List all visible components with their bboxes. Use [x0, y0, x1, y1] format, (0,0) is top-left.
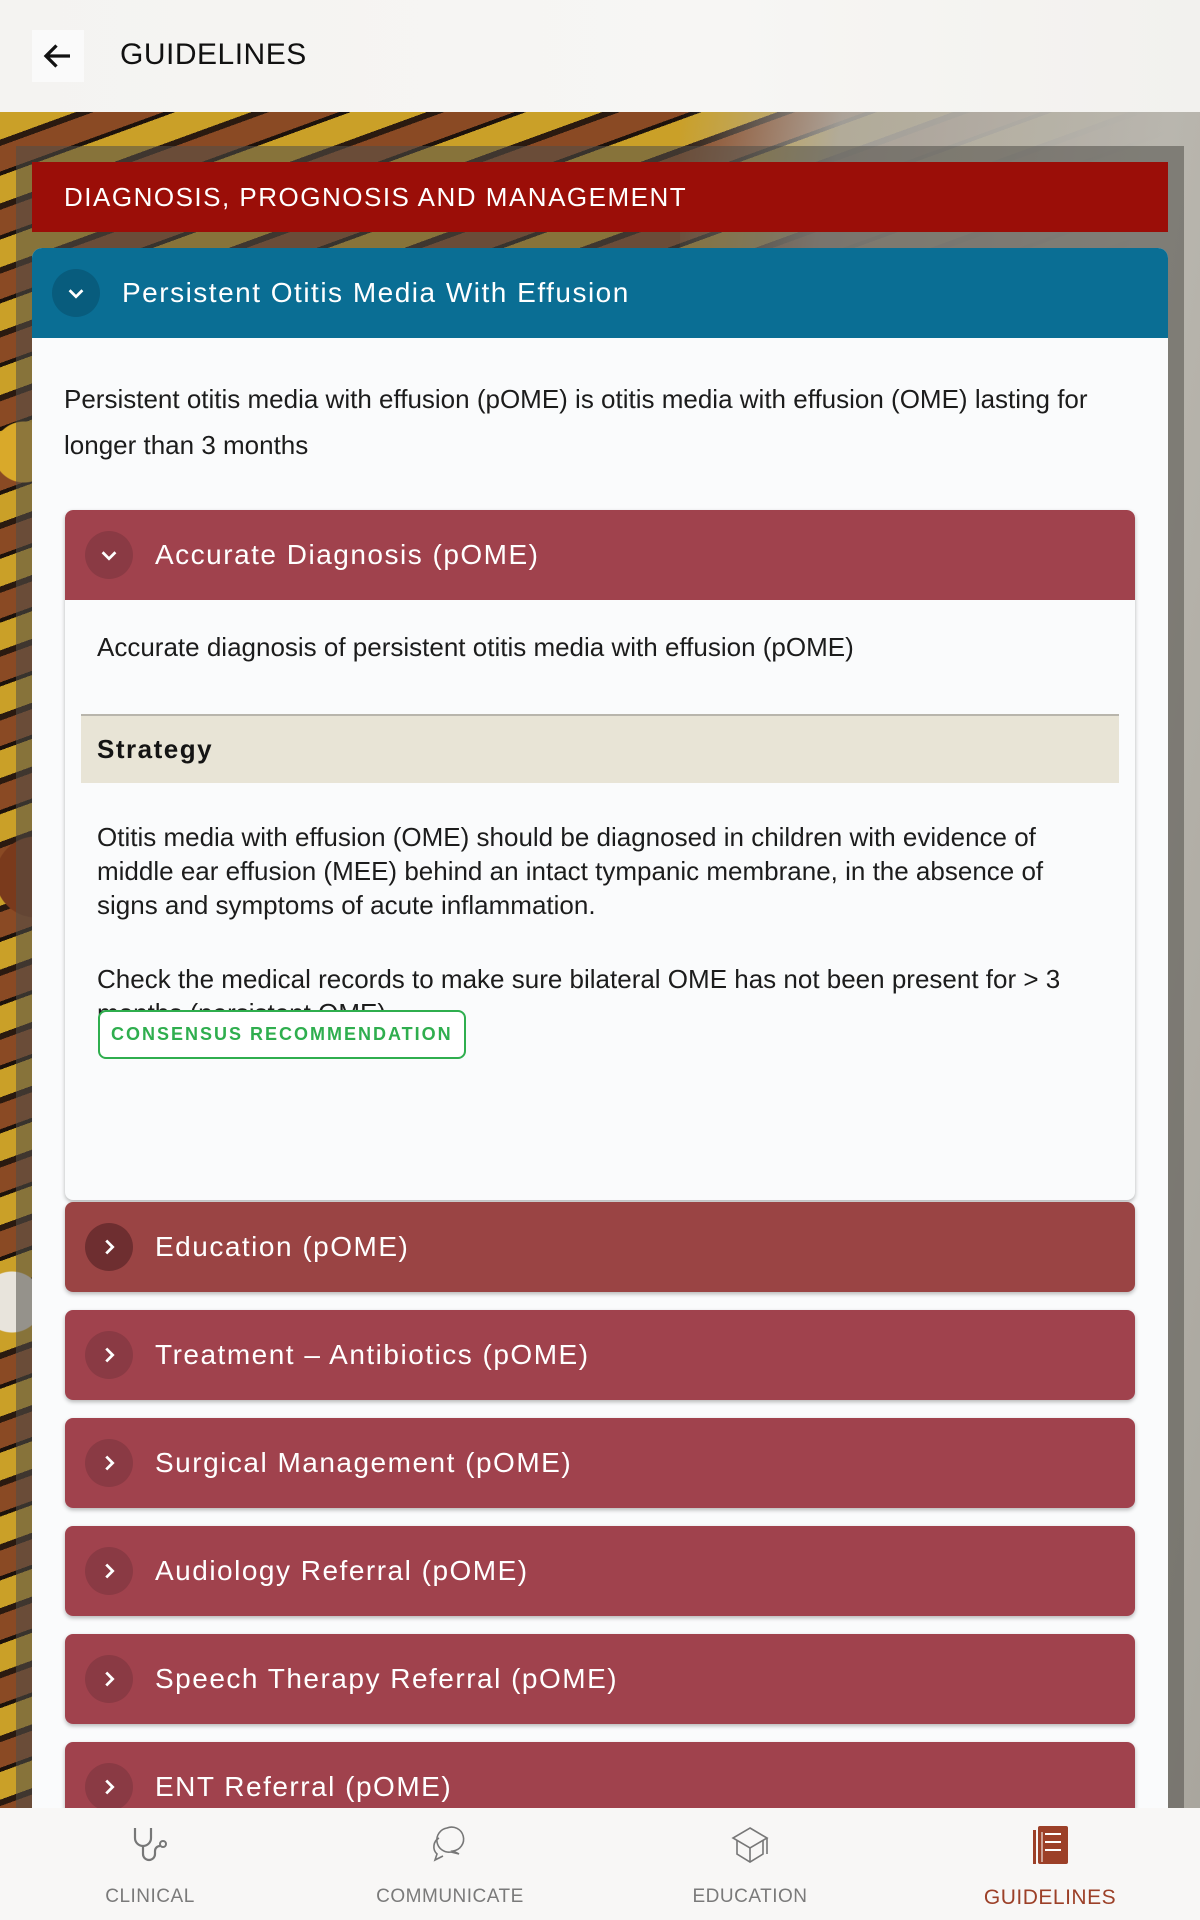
- subsection-title: Audiology Referral (pOME): [155, 1555, 529, 1586]
- subsection-accurate-diagnosis: Accurate Diagnosis (pOME) Accurate diagn…: [65, 510, 1135, 1200]
- subsection-header[interactable]: Surgical Management (pOME): [65, 1418, 1135, 1508]
- strategy-paragraph: Otitis media with effusion (OME) should …: [97, 822, 1044, 920]
- chevron-down-icon: [101, 551, 117, 561]
- subsection-title: Surgical Management (pOME): [155, 1447, 573, 1478]
- strategy-heading: Strategy: [81, 714, 1119, 783]
- collapse-toggle[interactable]: [85, 531, 133, 579]
- nav-item-education[interactable]: EDUCATION: [600, 1808, 900, 1920]
- chevron-right-icon: [105, 1347, 115, 1363]
- subsection-header[interactable]: Education (pOME): [65, 1202, 1135, 1292]
- subsection-title: Education (pOME): [155, 1231, 410, 1262]
- nav-label: CLINICAL: [105, 1886, 195, 1907]
- topic-header[interactable]: Persistent Otitis Media With Effusion: [32, 248, 1168, 338]
- graduation-cap-icon: [731, 1827, 769, 1863]
- strategy-text: Otitis media with effusion (OME) should …: [97, 820, 1107, 1030]
- topic-title: Persistent Otitis Media With Effusion: [122, 277, 630, 308]
- subsection-education[interactable]: Education (pOME): [65, 1202, 1135, 1292]
- collapse-toggle[interactable]: [52, 269, 100, 317]
- book-icon: [1033, 1826, 1068, 1864]
- expand-toggle[interactable]: [85, 1763, 133, 1811]
- subsection-audiology-referral[interactable]: Audiology Referral (pOME): [65, 1526, 1135, 1616]
- nav-label: EDUCATION: [692, 1886, 808, 1907]
- stethoscope-icon: [133, 1828, 167, 1862]
- bottom-navigation: CLINICAL COMMUNICATE EDUCATION GUIDELINE…: [0, 1808, 1200, 1920]
- chevron-down-icon: [68, 289, 84, 299]
- subsection-header[interactable]: Audiology Referral (pOME): [65, 1526, 1135, 1616]
- chevron-right-icon: [105, 1239, 115, 1255]
- chevron-right-icon: [105, 1779, 115, 1795]
- nav-item-clinical[interactable]: CLINICAL: [0, 1808, 300, 1920]
- nav-item-communicate[interactable]: COMMUNICATE: [300, 1808, 600, 1920]
- expand-toggle[interactable]: [85, 1223, 133, 1271]
- subsection-title: Speech Therapy Referral (pOME): [155, 1663, 619, 1694]
- subsection-surgical-management[interactable]: Surgical Management (pOME): [65, 1418, 1135, 1508]
- subsection-speech-therapy-referral[interactable]: Speech Therapy Referral (pOME): [65, 1634, 1135, 1724]
- chat-bubbles-icon: [433, 1826, 465, 1862]
- subsection-header[interactable]: Accurate Diagnosis (pOME): [65, 510, 1135, 600]
- topic-card: Persistent Otitis Media With Effusion Pe…: [32, 248, 1168, 1848]
- chevron-right-icon: [105, 1455, 115, 1471]
- expand-toggle[interactable]: [85, 1547, 133, 1595]
- nav-item-guidelines[interactable]: GUIDELINES: [900, 1808, 1200, 1920]
- arrow-left-icon: [43, 44, 70, 68]
- section-header: DIAGNOSIS, PROGNOSIS AND MANAGEMENT: [32, 162, 1168, 232]
- expand-toggle[interactable]: [85, 1655, 133, 1703]
- expand-toggle[interactable]: [85, 1331, 133, 1379]
- subsection-treatment-antibiotics[interactable]: Treatment – Antibiotics (pOME): [65, 1310, 1135, 1400]
- subsection-title: Accurate Diagnosis (pOME): [155, 539, 540, 570]
- back-button[interactable]: [32, 30, 84, 82]
- chevron-right-icon: [105, 1563, 115, 1579]
- subsection-header[interactable]: Speech Therapy Referral (pOME): [65, 1634, 1135, 1724]
- expand-toggle[interactable]: [85, 1439, 133, 1487]
- nav-label: GUIDELINES: [983, 1886, 1117, 1909]
- section-title: DIAGNOSIS, PROGNOSIS AND MANAGEMENT: [64, 181, 688, 212]
- subsection-header[interactable]: Treatment – Antibiotics (pOME): [65, 1310, 1135, 1400]
- nav-label: COMMUNICATE: [376, 1886, 524, 1907]
- topic-intro: Persistent otitis media with effusion (p…: [64, 384, 1088, 460]
- page-title: GUIDELINES: [120, 38, 307, 71]
- recommendation-badge: CONSENSUS RECOMMENDATION: [98, 1010, 466, 1059]
- subsection-description: Accurate diagnosis of persistent otitis …: [97, 632, 854, 662]
- top-app-bar: GUIDELINES: [0, 0, 1200, 112]
- chevron-right-icon: [105, 1671, 115, 1687]
- subsection-title: ENT Referral (pOME): [155, 1771, 453, 1802]
- subsection-title: Treatment – Antibiotics (pOME): [155, 1339, 590, 1370]
